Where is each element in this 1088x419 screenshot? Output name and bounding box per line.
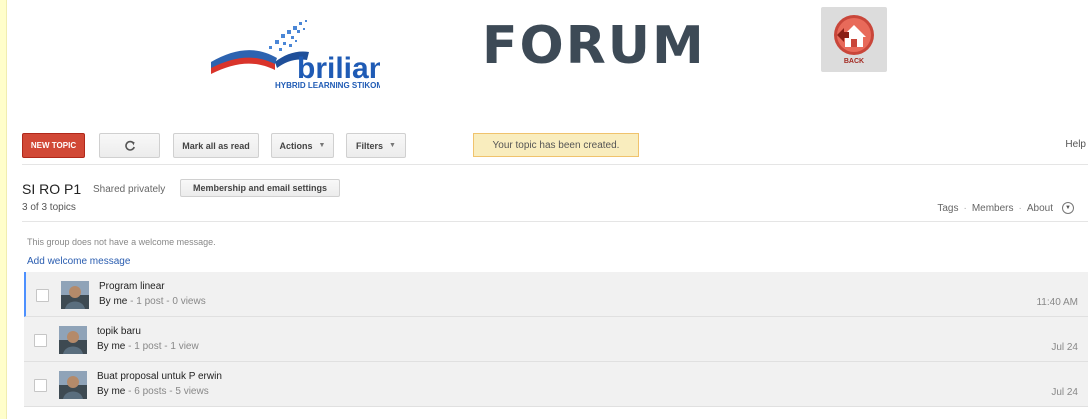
refresh-button[interactable]	[99, 133, 160, 158]
topic-row[interactable]: topik baru By me - 1 post - 1 view Jul 2…	[24, 317, 1088, 362]
topic-checkbox[interactable]	[34, 334, 47, 347]
separator-dot: ·	[963, 202, 967, 214]
membership-settings-button[interactable]: Membership and email settings	[180, 179, 340, 197]
brilian-logo: brilian HYBRID LEARNING STIKOM SURABAYA	[205, 18, 429, 90]
logo-tagline: HYBRID LEARNING STIKOM SURABAYA	[275, 81, 380, 90]
topic-row[interactable]: Buat proposal untuk P erwin By me - 6 po…	[24, 362, 1088, 407]
avatar	[59, 326, 87, 354]
topic-stats: - 1 post - 1 view	[125, 341, 199, 352]
topic-count: 3 of 3 topics	[22, 202, 76, 213]
refresh-icon	[124, 140, 135, 151]
topic-title[interactable]: Program linear	[99, 281, 165, 292]
avatar	[59, 371, 87, 399]
topic-meta: By me - 1 post - 0 views	[99, 296, 206, 307]
back-button[interactable]: BACK	[821, 7, 887, 72]
group-links: Tags · Members · About ▼	[937, 202, 1074, 214]
help-link[interactable]: Help	[1065, 139, 1086, 150]
topic-meta: By me - 6 posts - 5 views	[97, 386, 209, 397]
new-topic-button[interactable]: NEW TOPIC	[22, 133, 85, 158]
add-welcome-link[interactable]: Add welcome message	[27, 256, 130, 267]
topic-meta: By me - 1 post - 1 view	[97, 341, 199, 352]
welcome-message: This group does not have a welcome messa…	[27, 237, 216, 247]
topic-checkbox[interactable]	[36, 289, 49, 302]
about-link[interactable]: About	[1027, 203, 1053, 214]
topic-author: By me	[99, 296, 128, 307]
tags-link[interactable]: Tags	[937, 203, 958, 214]
avatar	[61, 281, 89, 309]
topic-stats: - 6 posts - 5 views	[125, 386, 209, 397]
divider	[22, 164, 1088, 165]
actions-label: Actions	[279, 140, 313, 151]
topic-date: 11:40 AM	[1036, 297, 1078, 308]
divider	[22, 221, 1088, 222]
topic-date: Jul 24	[1051, 387, 1078, 398]
toolbar: NEW TOPIC Mark all as read Actions ▼ Filt…	[22, 133, 1088, 159]
topic-title[interactable]: Buat proposal untuk P erwin	[97, 371, 222, 382]
actions-dropdown[interactable]: Actions ▼	[271, 133, 334, 158]
topic-title[interactable]: topik baru	[97, 326, 141, 337]
chevron-down-icon: ▼	[318, 142, 326, 149]
topic-date: Jul 24	[1051, 342, 1078, 353]
home-back-icon	[834, 15, 874, 55]
filters-label: Filters	[356, 140, 384, 151]
chevron-down-circle-icon[interactable]: ▼	[1062, 202, 1074, 214]
group-name: SI RO P1	[22, 181, 82, 197]
topic-stats: - 1 post - 0 views	[127, 296, 206, 307]
sharing-status: Shared privately	[93, 184, 166, 195]
topic-author: By me	[97, 341, 126, 352]
members-link[interactable]: Members	[972, 203, 1014, 214]
page-title: FORUM	[482, 16, 706, 76]
chevron-down-icon: ▼	[389, 142, 396, 149]
filters-dropdown[interactable]: Filters ▼	[346, 133, 406, 158]
mark-all-read-button[interactable]: Mark all as read	[173, 133, 259, 158]
back-label: BACK	[843, 58, 865, 65]
topic-row[interactable]: Program linear By me - 1 post - 0 views …	[24, 272, 1088, 317]
separator-dot: ·	[1018, 202, 1022, 214]
topic-list: Program linear By me - 1 post - 0 views …	[24, 272, 1088, 407]
status-notice: Your topic has been created.	[473, 133, 639, 157]
topic-author: By me	[97, 386, 126, 397]
topic-checkbox[interactable]	[34, 379, 47, 392]
